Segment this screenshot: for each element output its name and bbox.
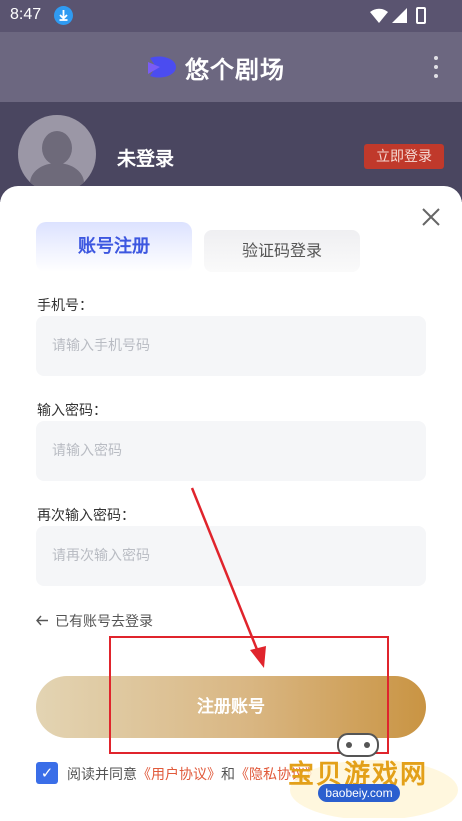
status-bar: 8:47 bbox=[0, 0, 462, 32]
watermark-url: baobeiy.com bbox=[318, 784, 400, 802]
app-title: 悠个剧场 bbox=[185, 56, 285, 84]
phone-label: 手机号： bbox=[37, 298, 93, 314]
more-vert-icon[interactable] bbox=[434, 56, 438, 83]
status-time: 8:47 bbox=[10, 6, 42, 23]
back-to-login-label: 已有账号去登录 bbox=[55, 614, 153, 630]
login-status: 未登录 bbox=[117, 148, 175, 170]
password-input[interactable] bbox=[36, 421, 426, 481]
tab-account-register[interactable]: 账号注册 bbox=[36, 222, 192, 272]
confirm-password-input[interactable] bbox=[36, 526, 426, 586]
agreement-prefix: 阅读并同意 bbox=[67, 767, 137, 783]
agreement-and: 和 bbox=[221, 767, 235, 783]
user-agreement-link[interactable]: 《用户协议》 bbox=[137, 767, 221, 783]
password-label: 输入密码： bbox=[37, 403, 107, 419]
battery-icon bbox=[416, 7, 426, 24]
tab-code-login[interactable]: 验证码登录 bbox=[204, 230, 360, 272]
login-now-button[interactable]: 立即登录 bbox=[364, 144, 444, 169]
avatar[interactable] bbox=[18, 115, 96, 193]
wifi-icon bbox=[370, 8, 388, 23]
logo-icon bbox=[148, 56, 176, 78]
signal-icon bbox=[392, 8, 407, 23]
phone-input[interactable] bbox=[36, 316, 426, 376]
checkbox-checked-icon[interactable]: ✓ bbox=[36, 762, 58, 784]
arrow-left-icon bbox=[36, 614, 49, 630]
download-icon bbox=[54, 6, 73, 25]
confirm-password-label: 再次输入密码： bbox=[37, 508, 135, 524]
register-button[interactable]: 注册账号 bbox=[36, 676, 426, 738]
back-to-login-link[interactable]: 已有账号去登录 bbox=[36, 611, 153, 631]
close-icon[interactable] bbox=[420, 206, 442, 228]
